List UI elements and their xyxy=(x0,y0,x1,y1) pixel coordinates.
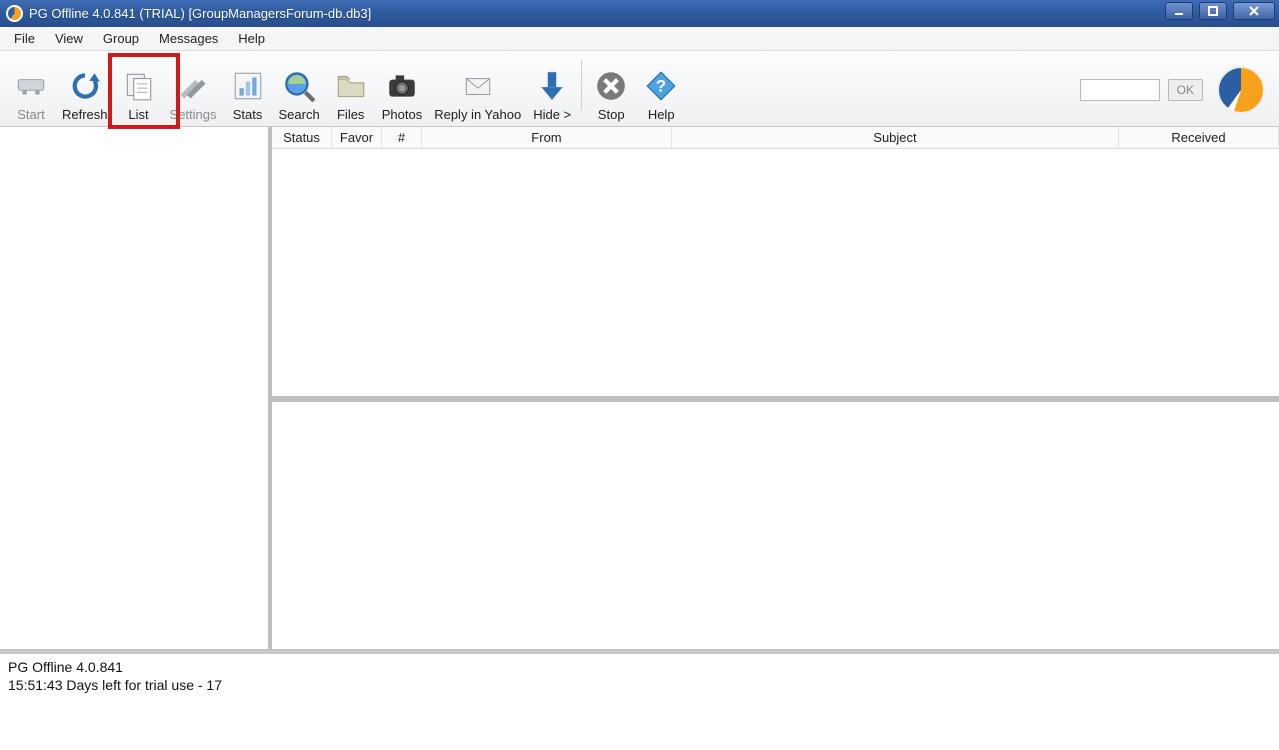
start-label: Start xyxy=(17,107,44,122)
toolbar: Start Refresh List Settings Stats Search… xyxy=(0,51,1279,127)
window-controls xyxy=(1165,0,1275,27)
maximize-button[interactable] xyxy=(1199,2,1227,20)
hide-icon xyxy=(533,67,571,105)
quick-input[interactable] xyxy=(1080,79,1160,101)
settings-label: Settings xyxy=(170,107,217,122)
settings-icon xyxy=(174,67,212,105)
help-label: Help xyxy=(648,107,675,122)
groups-sidebar[interactable] xyxy=(0,127,272,649)
window-titlebar: PG Offline 4.0.841 (TRIAL) [GroupManager… xyxy=(0,0,1279,27)
start-icon xyxy=(12,67,50,105)
stop-label: Stop xyxy=(598,107,625,122)
toolbar-right: OK xyxy=(1080,55,1273,124)
menu-help[interactable]: Help xyxy=(228,28,275,49)
col-favor[interactable]: Favor xyxy=(332,127,382,148)
refresh-button[interactable]: Refresh xyxy=(56,54,114,124)
app-icon xyxy=(6,5,23,22)
stats-button[interactable]: Stats xyxy=(223,54,273,124)
list-button[interactable]: List xyxy=(114,54,164,124)
menu-view[interactable]: View xyxy=(45,28,93,49)
status-log: PG Offline 4.0.841 15:51:43 Days left fo… xyxy=(0,650,1279,750)
settings-button[interactable]: Settings xyxy=(164,54,223,124)
list-icon xyxy=(120,67,158,105)
hide-label: Hide > xyxy=(533,107,571,122)
refresh-icon xyxy=(66,67,104,105)
search-button[interactable]: Search xyxy=(273,54,326,124)
toolbar-separator xyxy=(581,60,582,110)
status-line-2: 15:51:43 Days left for trial use - 17 xyxy=(8,676,1271,694)
search-label: Search xyxy=(279,107,320,122)
main-area: Status Favor # From Subject Received xyxy=(0,127,1279,650)
help-button[interactable]: ? Help xyxy=(636,54,686,124)
window-title: PG Offline 4.0.841 (TRIAL) [GroupManager… xyxy=(29,6,371,21)
photos-button[interactable]: Photos xyxy=(376,54,428,124)
message-list[interactable] xyxy=(272,149,1279,396)
stats-label: Stats xyxy=(233,107,263,122)
message-list-headers: Status Favor # From Subject Received xyxy=(272,127,1279,149)
hide-button[interactable]: Hide > xyxy=(527,54,577,124)
files-icon xyxy=(332,67,370,105)
menu-file[interactable]: File xyxy=(4,28,45,49)
refresh-label: Refresh xyxy=(62,107,108,122)
svg-text:?: ? xyxy=(656,76,666,95)
search-icon xyxy=(280,67,318,105)
start-button[interactable]: Start xyxy=(6,54,56,124)
stop-button[interactable]: Stop xyxy=(586,54,636,124)
ok-button[interactable]: OK xyxy=(1168,79,1203,101)
status-line-1: PG Offline 4.0.841 xyxy=(8,658,1271,676)
list-label: List xyxy=(128,107,148,122)
minimize-button[interactable] xyxy=(1165,2,1193,20)
col-subject[interactable]: Subject xyxy=(672,127,1119,148)
photos-icon xyxy=(383,67,421,105)
menubar: File View Group Messages Help xyxy=(0,27,1279,51)
help-icon: ? xyxy=(642,67,680,105)
reply-label: Reply in Yahoo xyxy=(434,107,521,122)
col-status[interactable]: Status xyxy=(272,127,332,148)
files-label: Files xyxy=(337,107,364,122)
reply-button[interactable]: Reply in Yahoo xyxy=(428,54,527,124)
col-received[interactable]: Received xyxy=(1119,127,1279,148)
col-from[interactable]: From xyxy=(422,127,672,148)
stats-icon xyxy=(229,67,267,105)
message-preview[interactable] xyxy=(272,402,1279,649)
photos-label: Photos xyxy=(382,107,422,122)
close-button[interactable] xyxy=(1233,2,1275,20)
files-button[interactable]: Files xyxy=(326,54,376,124)
menu-messages[interactable]: Messages xyxy=(149,28,228,49)
content-area: Status Favor # From Subject Received xyxy=(272,127,1279,649)
brand-logo-icon xyxy=(1217,66,1265,114)
col-num[interactable]: # xyxy=(382,127,422,148)
reply-icon xyxy=(459,67,497,105)
menu-group[interactable]: Group xyxy=(93,28,149,49)
stop-icon xyxy=(592,67,630,105)
